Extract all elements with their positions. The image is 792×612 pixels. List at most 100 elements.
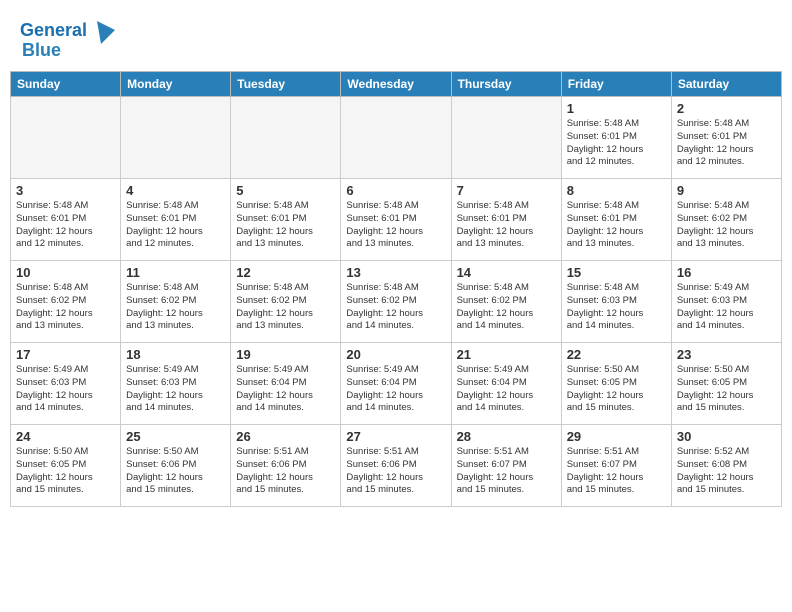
calendar-cell: 16 Sunrise: 5:49 AM Sunset: 6:03 PM Dayli… xyxy=(671,261,781,343)
cell-info: Sunrise: 5:48 AM Sunset: 6:02 PM Dayligh… xyxy=(346,282,423,331)
cell-info: Sunrise: 5:49 AM Sunset: 6:04 PM Dayligh… xyxy=(346,364,423,413)
cell-info: Sunrise: 5:51 AM Sunset: 6:06 PM Dayligh… xyxy=(236,446,313,495)
day-number: 8 xyxy=(567,183,666,198)
calendar-cell: 9 Sunrise: 5:48 AM Sunset: 6:02 PM Daylig… xyxy=(671,179,781,261)
cell-info: Sunrise: 5:48 AM Sunset: 6:01 PM Dayligh… xyxy=(16,200,93,249)
calendar-cell: 28 Sunrise: 5:51 AM Sunset: 6:07 PM Dayli… xyxy=(451,425,561,507)
day-number: 12 xyxy=(236,265,335,280)
page-header: General Blue xyxy=(0,0,792,71)
day-number: 6 xyxy=(346,183,445,198)
cell-info: Sunrise: 5:52 AM Sunset: 6:08 PM Dayligh… xyxy=(677,446,754,495)
calendar-cell: 4Sunrise: 5:48 AM Sunset: 6:01 PM Daylig… xyxy=(121,179,231,261)
day-number: 4 xyxy=(126,183,225,198)
calendar-week-3: 10 Sunrise: 5:48 AM Sunset: 6:02 PM Dayli… xyxy=(11,261,782,343)
cell-info: Sunrise: 5:50 AM Sunset: 6:05 PM Dayligh… xyxy=(567,364,644,413)
day-number: 17 xyxy=(16,347,115,362)
calendar-cell: 8 Sunrise: 5:48 AM Sunset: 6:01 PM Daylig… xyxy=(561,179,671,261)
calendar-cell: 1 Sunrise: 5:48 AM Sunset: 6:01 PM Daylig… xyxy=(561,97,671,179)
day-header-wednesday: Wednesday xyxy=(341,72,451,97)
cell-info: Sunrise: 5:48 AM Sunset: 6:01 PM Dayligh… xyxy=(346,200,423,249)
calendar-table: SundayMondayTuesdayWednesdayThursdayFrid… xyxy=(10,71,782,507)
cell-info: Sunrise: 5:48 AM Sunset: 6:02 PM Dayligh… xyxy=(457,282,534,331)
calendar-cell: 22 Sunrise: 5:50 AM Sunset: 6:05 PM Dayli… xyxy=(561,343,671,425)
cell-info: Sunrise: 5:49 AM Sunset: 6:03 PM Dayligh… xyxy=(677,282,754,331)
cell-info: Sunrise: 5:51 AM Sunset: 6:07 PM Dayligh… xyxy=(567,446,644,495)
calendar-week-5: 24 Sunrise: 5:50 AM Sunset: 6:05 PM Dayli… xyxy=(11,425,782,507)
calendar-week-1: 1 Sunrise: 5:48 AM Sunset: 6:01 PM Daylig… xyxy=(11,97,782,179)
day-number: 28 xyxy=(457,429,556,444)
cell-info: Sunrise: 5:48 AM Sunset: 6:02 PM Dayligh… xyxy=(126,282,203,331)
day-header-sunday: Sunday xyxy=(11,72,121,97)
day-number: 29 xyxy=(567,429,666,444)
logo-text: General xyxy=(20,21,87,41)
day-header-saturday: Saturday xyxy=(671,72,781,97)
calendar-cell xyxy=(11,97,121,179)
calendar-cell: 14 Sunrise: 5:48 AM Sunset: 6:02 PM Dayli… xyxy=(451,261,561,343)
cell-info: Sunrise: 5:49 AM Sunset: 6:04 PM Dayligh… xyxy=(457,364,534,413)
cell-info: Sunrise: 5:48 AM Sunset: 6:01 PM Dayligh… xyxy=(567,200,644,249)
calendar-cell: 30 Sunrise: 5:52 AM Sunset: 6:08 PM Dayli… xyxy=(671,425,781,507)
day-number: 16 xyxy=(677,265,776,280)
calendar-week-4: 17 Sunrise: 5:49 AM Sunset: 6:03 PM Dayli… xyxy=(11,343,782,425)
cell-info: Sunrise: 5:48 AM Sunset: 6:01 PM Dayligh… xyxy=(677,118,754,167)
calendar-cell: 21 Sunrise: 5:49 AM Sunset: 6:04 PM Dayli… xyxy=(451,343,561,425)
day-number: 5 xyxy=(236,183,335,198)
calendar-cell: 7 Sunrise: 5:48 AM Sunset: 6:01 PM Daylig… xyxy=(451,179,561,261)
calendar-cell: 6 Sunrise: 5:48 AM Sunset: 6:01 PM Daylig… xyxy=(341,179,451,261)
calendar-cell xyxy=(451,97,561,179)
calendar-cell: 10 Sunrise: 5:48 AM Sunset: 6:02 PM Dayli… xyxy=(11,261,121,343)
calendar-cell: 5 Sunrise: 5:48 AM Sunset: 6:01 PM Daylig… xyxy=(231,179,341,261)
day-number: 7 xyxy=(457,183,556,198)
cell-info: Sunrise: 5:51 AM Sunset: 6:07 PM Dayligh… xyxy=(457,446,534,495)
calendar-cell: 3 Sunrise: 5:48 AM Sunset: 6:01 PM Daylig… xyxy=(11,179,121,261)
calendar-cell: 29 Sunrise: 5:51 AM Sunset: 6:07 PM Dayli… xyxy=(561,425,671,507)
calendar-cell: 13Sunrise: 5:48 AM Sunset: 6:02 PM Dayli… xyxy=(341,261,451,343)
logo: General Blue xyxy=(20,16,117,61)
calendar-cell xyxy=(341,97,451,179)
cell-info: Sunrise: 5:50 AM Sunset: 6:05 PM Dayligh… xyxy=(16,446,93,495)
calendar-cell: 26 Sunrise: 5:51 AM Sunset: 6:06 PM Dayli… xyxy=(231,425,341,507)
cell-info: Sunrise: 5:48 AM Sunset: 6:02 PM Dayligh… xyxy=(16,282,93,331)
calendar-cell: 11 Sunrise: 5:48 AM Sunset: 6:02 PM Dayli… xyxy=(121,261,231,343)
calendar-cell: 24 Sunrise: 5:50 AM Sunset: 6:05 PM Dayli… xyxy=(11,425,121,507)
day-number: 24 xyxy=(16,429,115,444)
day-number: 21 xyxy=(457,347,556,362)
calendar-cell: 23 Sunrise: 5:50 AM Sunset: 6:05 PM Dayli… xyxy=(671,343,781,425)
calendar-cell: 15Sunrise: 5:48 AM Sunset: 6:03 PM Dayli… xyxy=(561,261,671,343)
cell-info: Sunrise: 5:48 AM Sunset: 6:01 PM Dayligh… xyxy=(236,200,313,249)
day-number: 9 xyxy=(677,183,776,198)
calendar-cell: 2 Sunrise: 5:48 AM Sunset: 6:01 PM Daylig… xyxy=(671,97,781,179)
calendar-cell: 27Sunrise: 5:51 AM Sunset: 6:06 PM Dayli… xyxy=(341,425,451,507)
calendar-header: SundayMondayTuesdayWednesdayThursdayFrid… xyxy=(11,72,782,97)
day-header-tuesday: Tuesday xyxy=(231,72,341,97)
day-number: 18 xyxy=(126,347,225,362)
calendar-cell: 17 Sunrise: 5:49 AM Sunset: 6:03 PM Dayli… xyxy=(11,343,121,425)
cell-info: Sunrise: 5:50 AM Sunset: 6:05 PM Dayligh… xyxy=(677,364,754,413)
calendar-cell xyxy=(121,97,231,179)
day-number: 26 xyxy=(236,429,335,444)
calendar-cell: 20Sunrise: 5:49 AM Sunset: 6:04 PM Dayli… xyxy=(341,343,451,425)
cell-info: Sunrise: 5:51 AM Sunset: 6:06 PM Dayligh… xyxy=(346,446,423,495)
cell-info: Sunrise: 5:48 AM Sunset: 6:01 PM Dayligh… xyxy=(567,118,644,167)
cell-info: Sunrise: 5:48 AM Sunset: 6:01 PM Dayligh… xyxy=(457,200,534,249)
day-number: 11 xyxy=(126,265,225,280)
calendar-week-2: 3 Sunrise: 5:48 AM Sunset: 6:01 PM Daylig… xyxy=(11,179,782,261)
day-number: 14 xyxy=(457,265,556,280)
day-number: 1 xyxy=(567,101,666,116)
calendar-cell: 12 Sunrise: 5:48 AM Sunset: 6:02 PM Dayli… xyxy=(231,261,341,343)
calendar-cell: 18 Sunrise: 5:49 AM Sunset: 6:03 PM Dayli… xyxy=(121,343,231,425)
day-number: 10 xyxy=(16,265,115,280)
cell-info: Sunrise: 5:49 AM Sunset: 6:03 PM Dayligh… xyxy=(126,364,203,413)
day-header-thursday: Thursday xyxy=(451,72,561,97)
day-number: 2 xyxy=(677,101,776,116)
cell-info: Sunrise: 5:49 AM Sunset: 6:03 PM Dayligh… xyxy=(16,364,93,413)
day-number: 22 xyxy=(567,347,666,362)
cell-info: Sunrise: 5:48 AM Sunset: 6:03 PM Dayligh… xyxy=(567,282,644,331)
day-number: 30 xyxy=(677,429,776,444)
cell-info: Sunrise: 5:48 AM Sunset: 6:02 PM Dayligh… xyxy=(236,282,313,331)
day-number: 23 xyxy=(677,347,776,362)
day-number: 3 xyxy=(16,183,115,198)
cell-info: Sunrise: 5:48 AM Sunset: 6:02 PM Dayligh… xyxy=(677,200,754,249)
calendar-cell xyxy=(231,97,341,179)
logo-icon xyxy=(87,16,117,46)
